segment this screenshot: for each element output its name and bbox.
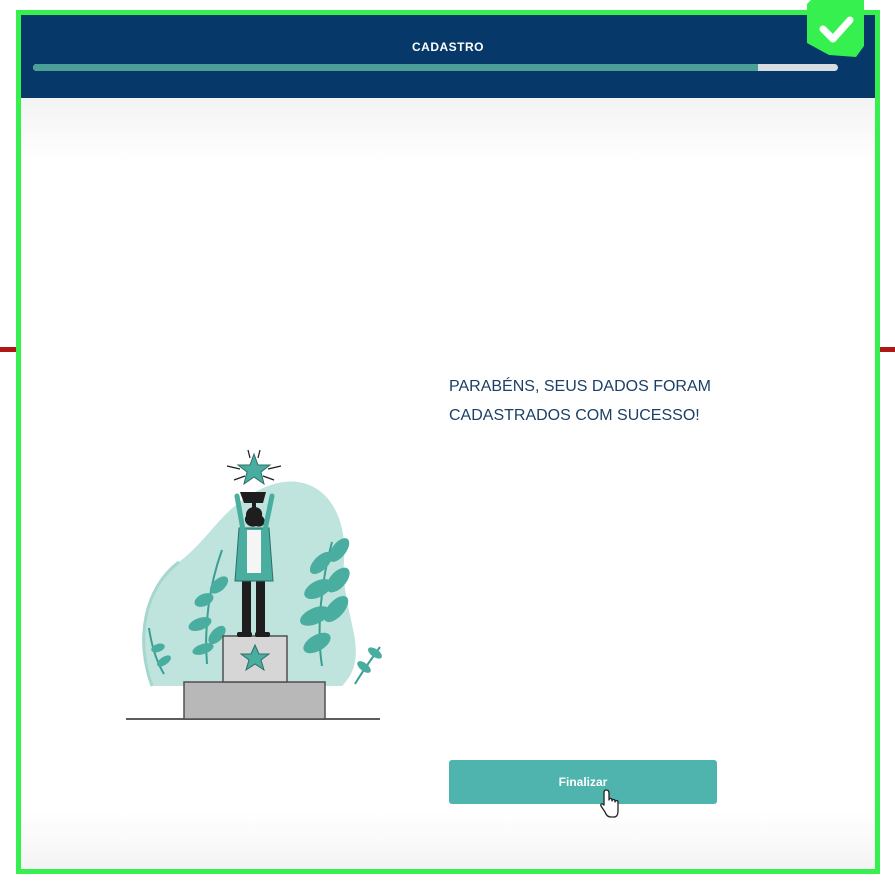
- registration-window: CADASTRO PARABÉNS, SEUS DADOS FORAM CADA…: [16, 10, 880, 874]
- progress-bar: [33, 64, 838, 71]
- progress-fill: [33, 64, 758, 71]
- screen: CADASTRO PARABÉNS, SEUS DADOS FORAM CADA…: [0, 0, 895, 883]
- trophy-podium-illustration: [126, 449, 382, 720]
- check-icon: [807, 0, 864, 57]
- success-message: PARABÉNS, SEUS DADOS FORAM CADASTRADOS C…: [449, 372, 769, 430]
- hand-pointer-icon: [600, 789, 619, 818]
- success-message-line-1: PARABÉNS, SEUS DADOS FORAM: [449, 378, 711, 395]
- success-message-line-2: CADASTRADOS COM SUCESSO!: [449, 407, 700, 424]
- finalize-button[interactable]: Finalizar: [449, 760, 717, 804]
- main-content: PARABÉNS, SEUS DADOS FORAM CADASTRADOS C…: [21, 98, 875, 869]
- header-bar: CADASTRO: [21, 15, 875, 98]
- page-title: CADASTRO: [412, 40, 484, 54]
